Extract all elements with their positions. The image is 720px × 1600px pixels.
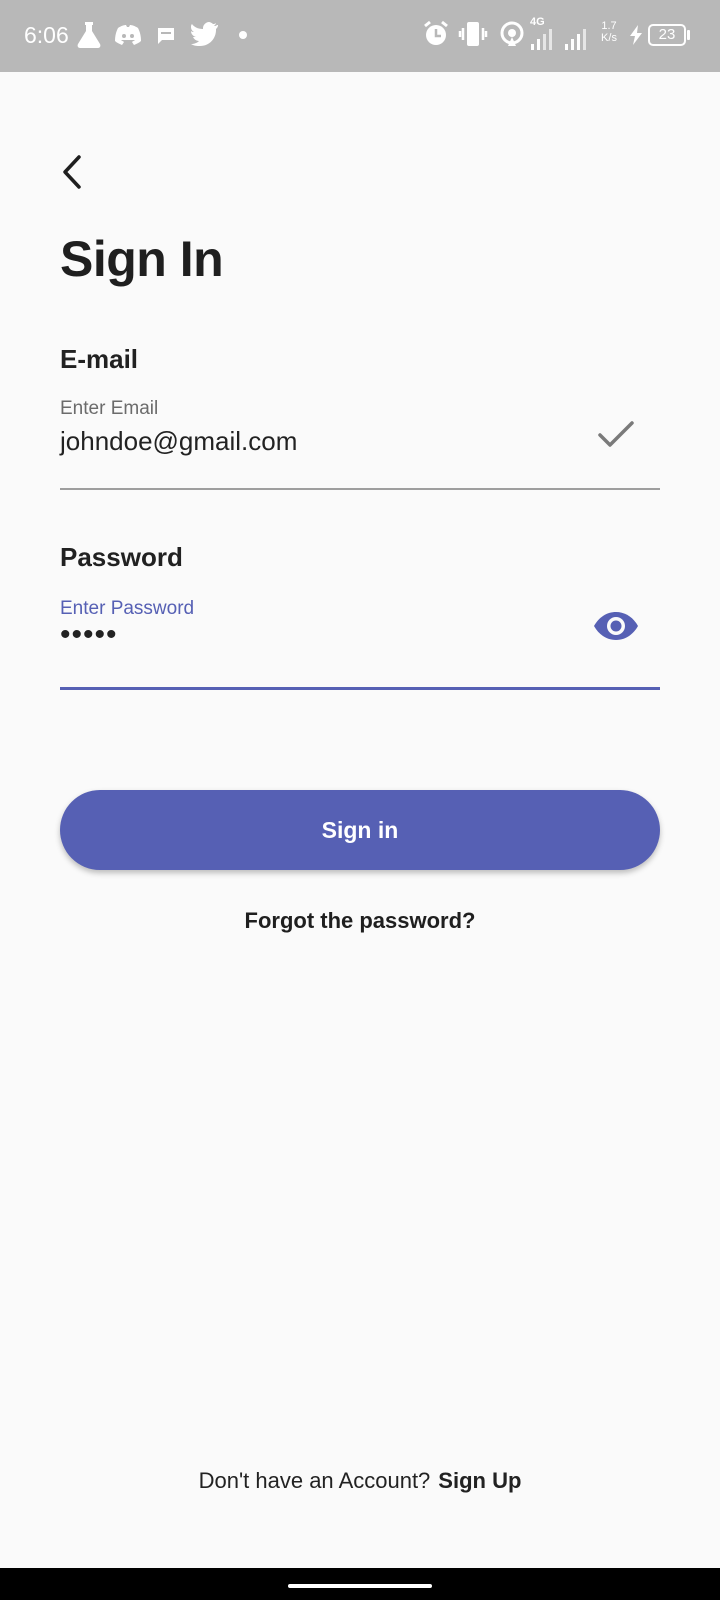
password-underline xyxy=(60,687,660,690)
email-floating-label: Enter Email xyxy=(60,398,159,419)
network-type: 4G xyxy=(530,16,545,28)
navigation-bar xyxy=(0,1568,720,1600)
home-handle[interactable] xyxy=(288,1584,432,1588)
back-button[interactable] xyxy=(50,150,94,194)
charging-icon xyxy=(630,25,642,45)
signup-row: Don't have an Account? Sign Up xyxy=(0,1468,720,1494)
network-speed: 1.7 K/s xyxy=(598,20,620,44)
message-icon xyxy=(158,28,174,44)
battery-icon: 23 xyxy=(648,24,686,46)
battery-tip xyxy=(687,30,690,40)
password-floating-label: Enter Password xyxy=(60,598,195,619)
email-field[interactable]: Enter Email johndoe@gmail.com xyxy=(60,398,660,490)
flask-icon xyxy=(77,22,101,48)
sign-in-screen: Sign In E-mail Enter Email johndoe@gmail… xyxy=(0,72,720,1568)
signup-prompt: Don't have an Account? xyxy=(198,1468,431,1493)
status-time: 6:06 xyxy=(24,22,69,48)
vibrate-icon xyxy=(458,22,488,46)
speed-unit: K/s xyxy=(601,32,617,44)
email-heading: E-mail xyxy=(60,344,139,374)
discord-icon xyxy=(115,25,141,45)
status-right-icons: 4G 1.7 K/s 23 xyxy=(422,16,698,52)
dot-icon xyxy=(239,31,247,39)
check-icon xyxy=(598,421,634,447)
signal-icon xyxy=(565,29,586,50)
email-underline xyxy=(60,488,660,490)
email-input[interactable]: johndoe@gmail.com xyxy=(60,426,297,457)
password-input[interactable]: ••••• xyxy=(60,618,118,652)
forgot-password-link[interactable]: Forgot the password? xyxy=(0,908,720,934)
chevron-left-icon xyxy=(63,155,81,189)
signal-icon xyxy=(531,29,552,50)
password-heading: Password xyxy=(60,542,183,572)
twitter-icon xyxy=(191,22,218,46)
page-title: Sign In xyxy=(60,231,224,287)
status-bar: 6:06 4G 1.7 K/s 23 xyxy=(0,0,720,72)
speed-value: 1.7 xyxy=(601,20,617,32)
battery-level: 23 xyxy=(658,26,676,43)
eye-icon[interactable] xyxy=(594,604,638,648)
alarm-icon xyxy=(424,20,448,45)
sign-in-button[interactable]: Sign in xyxy=(60,790,660,870)
hotspot-icon xyxy=(500,21,524,46)
sign-up-link[interactable]: Sign Up xyxy=(438,1468,521,1493)
password-field[interactable]: Enter Password ••••• xyxy=(60,598,660,690)
